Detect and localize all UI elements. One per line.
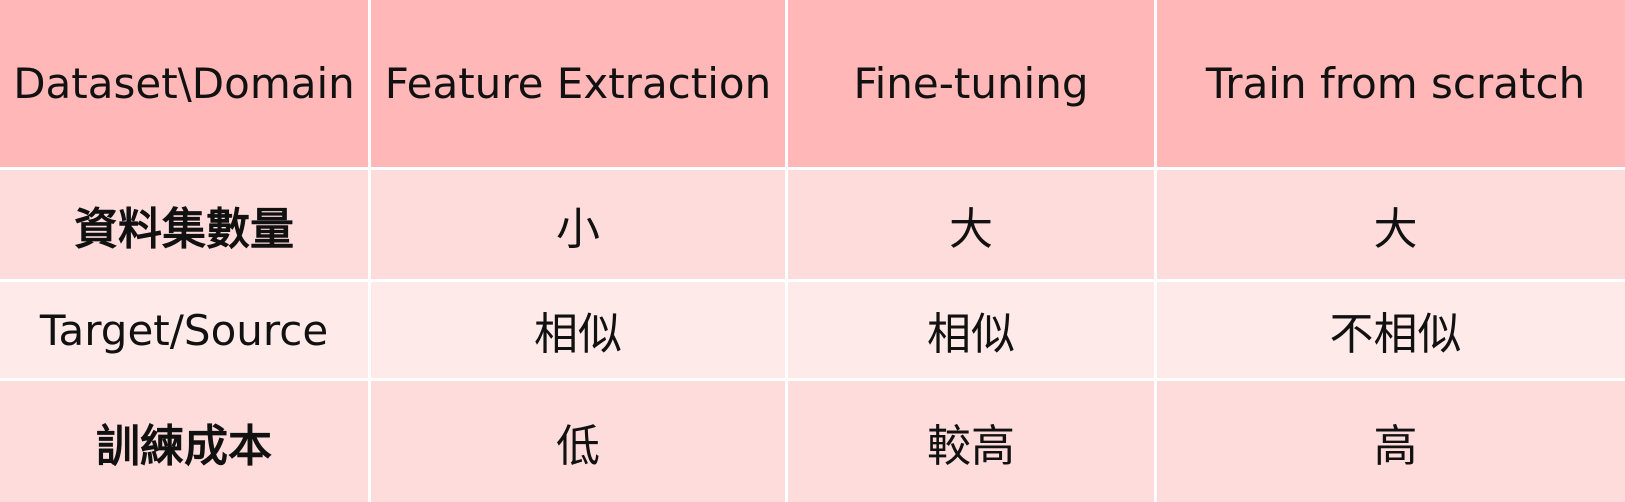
header-fine-tuning: Fine-tuning: [788, 0, 1154, 167]
cell-dataset-size-feature-extraction: 小: [371, 170, 785, 279]
cell-dataset-size-fine-tuning: 大: [788, 170, 1154, 279]
cell-training-cost-train-from-scratch: 高: [1157, 381, 1625, 502]
row-label-training-cost: 訓練成本: [0, 381, 368, 502]
header-train-from-scratch: Train from scratch: [1157, 0, 1625, 167]
cell-target-source-fine-tuning: 相似: [788, 282, 1154, 378]
row-label-dataset-size: 資料集數量: [0, 170, 368, 279]
cell-target-source-feature-extraction: 相似: [371, 282, 785, 378]
cell-training-cost-feature-extraction: 低: [371, 381, 785, 502]
cell-dataset-size-train-from-scratch: 大: [1157, 170, 1625, 279]
comparison-table: Dataset\Domain Feature Extraction Fine-t…: [0, 0, 1625, 502]
cell-training-cost-fine-tuning: 較高: [788, 381, 1154, 502]
row-label-target-source: Target/Source: [0, 282, 368, 378]
header-feature-extraction: Feature Extraction: [371, 0, 785, 167]
cell-target-source-train-from-scratch: 不相似: [1157, 282, 1625, 378]
header-dataset-domain: Dataset\Domain: [0, 0, 368, 167]
